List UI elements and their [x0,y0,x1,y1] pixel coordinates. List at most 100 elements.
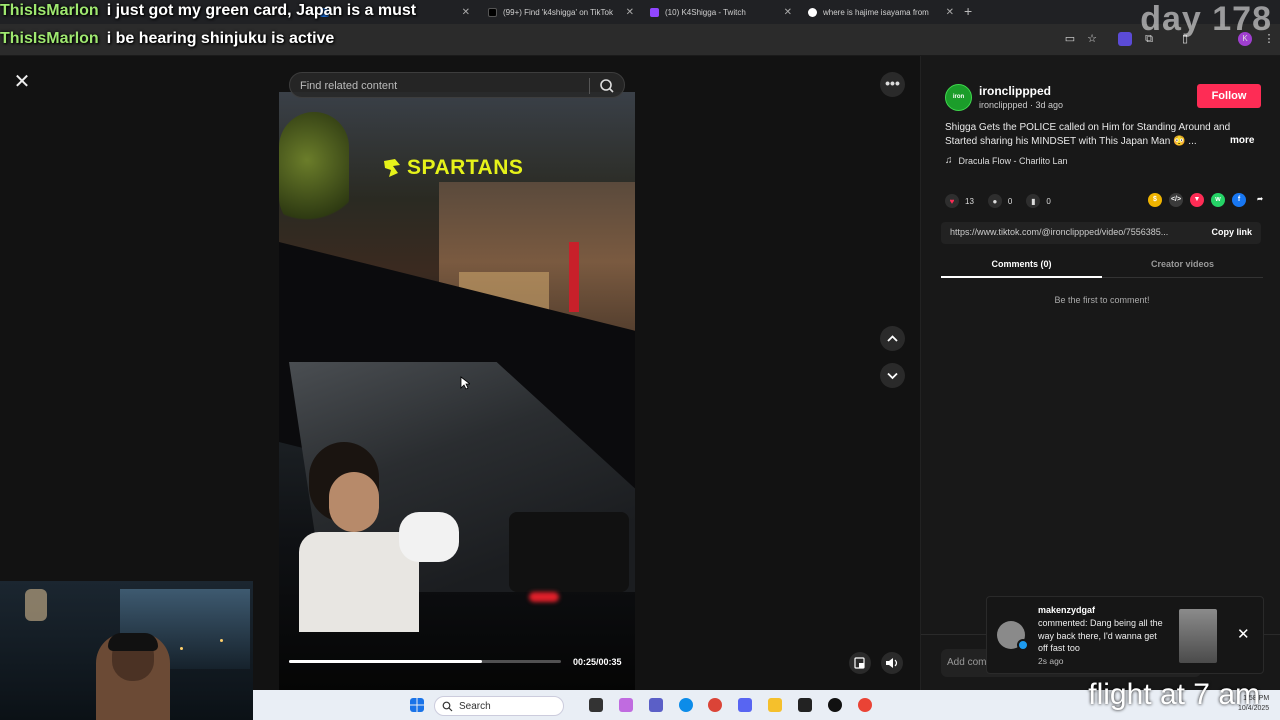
copy-link-box: https://www.tiktok.com/@ironclippped/vid… [941,222,1261,244]
taskbar-search[interactable]: Search [434,696,564,716]
notification-thumbnail [1179,609,1217,663]
video-progress-bar[interactable] [289,660,561,664]
extension-icon[interactable] [1118,32,1132,46]
chat-username: ThisIsMarlon [0,30,99,47]
video-player[interactable]: SPARTANS [279,92,635,690]
chevron-up-icon [887,335,898,342]
coin-share-icon[interactable]: $ [1148,193,1162,207]
new-tab-button[interactable]: + [964,3,972,19]
creator-avatar[interactable]: iron [945,84,972,111]
webcam-scene [220,639,223,642]
notification-time: 2s ago [1038,656,1064,666]
search-bar [289,72,625,98]
search-icon[interactable] [598,77,616,95]
browser-tab-twitch[interactable]: (10) K4Shigga - Twitch ✕ [650,3,792,21]
tab-creator-videos[interactable]: Creator videos [1102,259,1263,269]
edge-icon[interactable] [679,698,693,712]
tab-close-icon[interactable]: ✕ [462,7,470,18]
like-count: 13 [965,196,974,206]
webcam-scene [180,647,183,650]
discord-icon[interactable] [738,698,752,712]
video-scene [279,112,349,232]
chrome-icon[interactable] [858,698,872,712]
tab-close-icon[interactable]: ✕ [784,7,792,18]
comment-button[interactable]: ● 0 [987,194,1013,208]
facebook-icon[interactable]: f [1232,193,1246,207]
notification-message: commented: Dang being all the way back t… [1038,618,1163,653]
comment-notification[interactable]: makenzydgaf commented: Dang being all th… [986,596,1264,674]
copy-link-button[interactable]: Copy link [1211,227,1252,237]
follow-button[interactable]: Follow [1197,84,1261,108]
bookmark-star-icon[interactable]: ☆ [1085,32,1099,46]
tiktok-icon [488,7,497,17]
video-scene [529,592,559,602]
chrome-icon[interactable] [708,698,722,712]
task-view-icon[interactable] [589,698,603,712]
video-timecode: 00:25/00:35 [573,657,622,667]
post-link[interactable]: https://www.tiktok.com/@ironclippped/vid… [950,227,1198,237]
brand-text: SPARTANS [407,156,524,179]
music-note-icon: ♫ [945,155,953,166]
screen: ✕ (99+) Find 'k4shigga' on TikTok ✕ (10)… [0,0,1280,720]
tab-label: (10) K4Shigga - Twitch [665,7,746,17]
more-options-button[interactable]: ••• [880,72,905,97]
picture-in-picture-icon [854,657,865,669]
bookmark-icon: ▮ [1026,194,1041,208]
search-divider [589,78,590,94]
send-to-friends-icon[interactable]: ▼ [1190,193,1204,207]
empty-comments-message: Be the first to comment! [1054,295,1150,305]
streamer-webcam [0,581,253,720]
volume-icon [886,658,898,668]
post-details-panel: iron ironclippped ironclippped · 3d ago … [920,56,1280,690]
video-scene [399,512,459,562]
previous-video-button[interactable] [880,326,905,351]
close-notification-icon[interactable]: ✕ [1237,625,1250,643]
search-input[interactable] [300,77,580,95]
obs-icon[interactable] [828,698,842,712]
pip-button[interactable] [849,652,871,674]
volume-button[interactable] [881,652,903,674]
video-scene [329,472,379,532]
close-button[interactable]: ✕ [10,70,34,94]
active-tab-indicator [941,276,1102,278]
webcam-scene [108,633,158,651]
save-button[interactable]: ▮ 0 [1026,194,1051,208]
teams-icon[interactable] [649,698,663,712]
day-counter: day 178 [1140,0,1272,38]
windows-start-icon[interactable] [410,698,424,712]
whatsapp-icon[interactable]: w [1211,193,1225,207]
tab-close-icon[interactable]: ✕ [626,7,634,18]
chat-username: ThisIsMarlon [0,2,99,19]
copilot-icon[interactable] [619,698,633,712]
post-caption: Shigga Gets the POLICE called on Him for… [945,122,1231,147]
file-explorer-icon[interactable] [768,698,782,712]
share-arrow-icon[interactable]: ➦ [1253,193,1267,207]
video-scene [509,512,629,592]
music-title: Dracula Flow - Charlito Lan [958,155,1068,166]
browser-tab-google[interactable]: where is hajime isayama from ✕ [808,3,954,21]
tab-close-icon[interactable]: ✕ [946,7,954,18]
like-button[interactable]: ♥ 13 [945,194,974,208]
music-link[interactable]: ♫ Dracula Flow - Charlito Lan [945,155,1068,166]
tab-comments[interactable]: Comments (0) [941,259,1102,269]
progress-fill [289,660,483,663]
cast-icon[interactable]: ▭ [1063,32,1077,46]
chat-text: i just got my green card, Japan is a mus… [106,2,417,19]
creator-username[interactable]: ironclippped [979,84,1051,98]
chat-message: ThisIsMarlon i be hearing shinjuku is act… [0,30,334,52]
post-meta: ironclippped · 3d ago [979,100,1064,110]
app-icon[interactable] [798,698,812,712]
tab-label: where is hajime isayama from [823,7,929,17]
twitch-icon [650,7,659,17]
comment-count: 0 [1007,196,1013,206]
browser-tab-tiktok[interactable]: (99+) Find 'k4shigga' on TikTok ✕ [488,3,634,21]
comment-icon: ● [987,194,1002,208]
heart-icon: ♥ [945,194,959,208]
chevron-down-icon [887,372,898,380]
caption-more-link[interactable]: more [1230,135,1254,146]
embed-icon[interactable]: </> [1169,193,1183,207]
chat-text: i be hearing shinjuku is active [106,30,335,47]
mouse-cursor-icon [460,376,470,390]
next-video-button[interactable] [880,363,905,388]
tab-label: (99+) Find 'k4shigga' on TikTok [503,7,613,17]
